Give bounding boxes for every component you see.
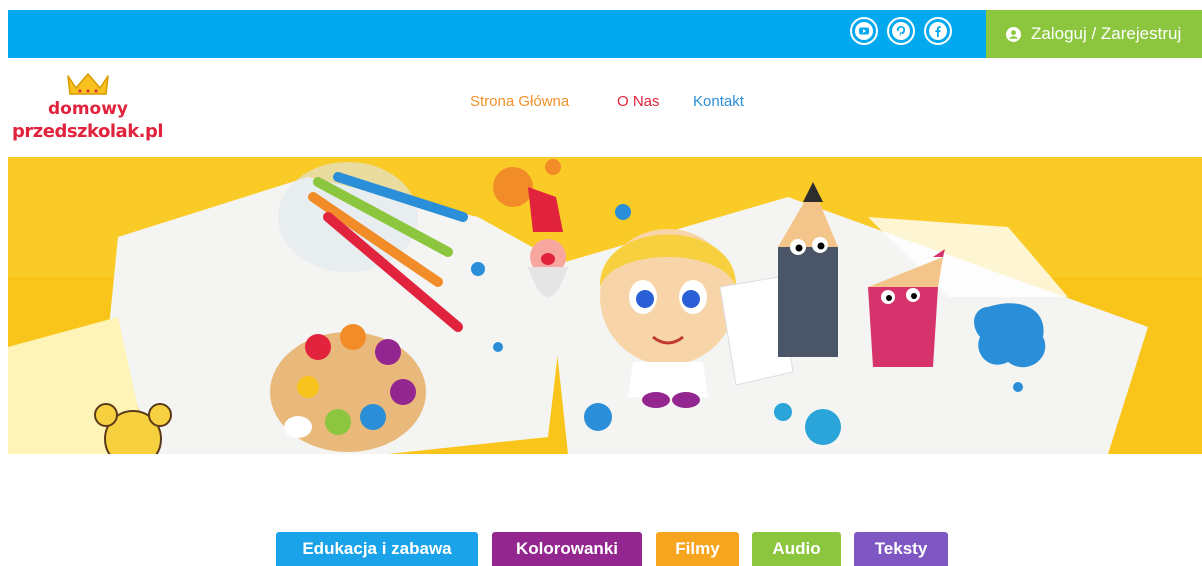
category-education[interactable]: Edukacja i zabawa xyxy=(276,532,478,566)
hero-banner xyxy=(8,157,1202,454)
category-texts-label: Teksty xyxy=(874,539,928,558)
category-films-label: Filmy xyxy=(675,539,720,558)
youtube-icon[interactable] xyxy=(850,17,878,45)
paint-splat xyxy=(805,409,841,445)
nav-contact[interactable]: Kontakt xyxy=(693,93,744,110)
logo-line2: przedszkolak.pl xyxy=(12,121,163,142)
top-bar: Zaloguj / Zarejestruj xyxy=(8,10,1202,58)
nav-about[interactable]: O Nas xyxy=(617,93,660,110)
category-coloring[interactable]: Kolorowanki xyxy=(492,532,642,566)
user-circle-icon xyxy=(1006,26,1021,42)
category-audio[interactable]: Audio xyxy=(752,532,841,566)
category-films[interactable]: Filmy xyxy=(656,532,739,566)
category-coloring-label: Kolorowanki xyxy=(515,539,618,558)
paint-splat xyxy=(493,167,533,207)
facebook-icon[interactable] xyxy=(924,17,952,45)
paint-splat xyxy=(974,303,1046,368)
pinterest-icon[interactable] xyxy=(887,17,915,45)
category-audio-label: Audio xyxy=(772,539,821,558)
site-logo[interactable]: domowy przedszkolak.pl xyxy=(10,70,170,150)
nav-home[interactable]: Strona Główna xyxy=(470,93,569,110)
category-education-label: Edukacja i zabawa xyxy=(302,539,452,558)
pencil-character xyxy=(868,287,938,367)
pencil-character xyxy=(778,247,838,357)
category-texts[interactable]: Teksty xyxy=(854,532,948,566)
crown-icon xyxy=(67,73,109,95)
logo-line1: domowy xyxy=(48,99,128,119)
login-register-label: Zaloguj / Zarejestruj xyxy=(1031,24,1182,43)
login-register-button[interactable]: Zaloguj / Zarejestruj xyxy=(986,10,1202,58)
